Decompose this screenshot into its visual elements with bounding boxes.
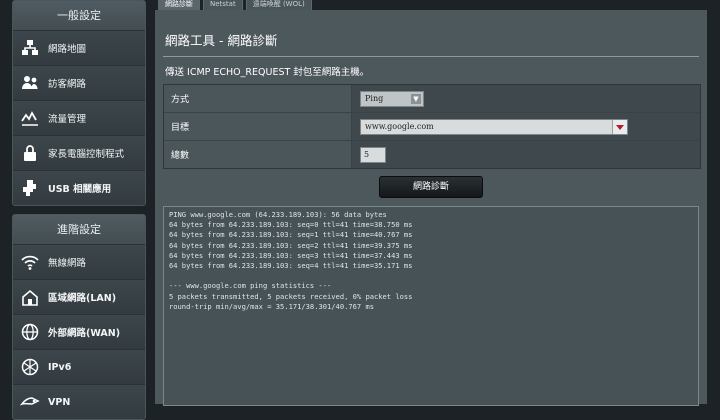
sidebar-item-label: USB 相關應用	[48, 184, 112, 195]
target-field-cell: www.google.com	[352, 113, 700, 140]
diagnose-button[interactable]: 網路診斷	[379, 176, 483, 198]
target-input-value: www.google.com	[365, 122, 434, 131]
result-line: --- www.google.com ping statistics ---	[169, 281, 332, 291]
tab-bar: 網路診斷 Netstat 遠端喚醒 (WOL)	[158, 0, 315, 11]
vpn-icon	[19, 391, 41, 413]
parental-control-icon	[19, 142, 41, 164]
dropdown-arrow-icon[interactable]	[612, 119, 627, 134]
sidebar-item-label: 家長電腦控制程式	[48, 149, 125, 160]
usb-application-icon	[19, 177, 41, 199]
ipv6-icon	[19, 356, 41, 378]
result-line: round-trip min/avg/max = 35.171/38.301/4…	[169, 301, 374, 311]
lan-icon	[19, 286, 41, 308]
sidebar-item-label: VPN	[48, 396, 71, 408]
sidebar: 一般設定 網路地圖 訪客網路 流量管理 家長電腦控制程式 USB 相關應用 進階…	[12, 0, 146, 420]
method-select-value: Ping	[365, 94, 384, 103]
advanced-settings-group: 進階設定 無線網路 區域網路(LAN) 外部網路(WAN) IPv6 VPN	[12, 214, 146, 420]
result-line: 64 bytes from 64.233.189.103: seq=3 ttl=…	[169, 250, 413, 260]
count-input[interactable]: 5	[360, 146, 386, 163]
general-settings-group: 一般設定 網路地圖 訪客網路 流量管理 家長電腦控制程式 USB 相關應用	[12, 0, 146, 206]
method-label: 方式	[164, 85, 352, 112]
title-divider	[163, 56, 699, 57]
sidebar-item-label: 外部網路(WAN)	[48, 328, 121, 339]
method-select[interactable]: Ping ▼	[360, 90, 424, 107]
chevron-down-icon: ▼	[411, 93, 421, 104]
count-row: 總數 5	[164, 141, 700, 168]
target-label: 目標	[164, 113, 352, 140]
sidebar-item-label: 區域網路(LAN)	[48, 293, 117, 304]
main-panel: 網路工具 - 網路診斷 傳送 ICMP ECHO_REQUEST 封包至網路主機…	[155, 10, 707, 406]
sidebar-item-ipv6[interactable]: IPv6	[13, 350, 145, 385]
sidebar-item-label: 無線網路	[48, 258, 87, 269]
sidebar-item-wan[interactable]: 外部網路(WAN)	[13, 315, 145, 350]
sidebar-item-label: 網路地圖	[48, 44, 87, 55]
sidebar-item-vpn[interactable]: VPN	[13, 385, 145, 419]
diagnostic-form: 方式 Ping ▼ 目標 www.google.com 總數 5	[163, 84, 701, 169]
sidebar-item-label: 訪客網路	[48, 79, 87, 90]
target-row: 目標 www.google.com	[164, 113, 700, 141]
traffic-manager-icon	[19, 107, 41, 129]
result-line: 64 bytes from 64.233.189.103: seq=2 ttl=…	[169, 240, 413, 250]
result-line: 5 packets transmitted, 5 packets receive…	[169, 291, 413, 301]
sidebar-item-guest-network[interactable]: 訪客網路	[13, 66, 145, 101]
sidebar-item-lan[interactable]: 區域網路(LAN)	[13, 280, 145, 315]
result-output[interactable]: PING www.google.com (64.233.189.103): 56…	[163, 206, 699, 406]
general-settings-title: 一般設定	[13, 1, 145, 31]
page-description: 傳送 ICMP ECHO_REQUEST 封包至網路主機。	[165, 67, 370, 78]
sidebar-item-traffic-manager[interactable]: 流量管理	[13, 101, 145, 136]
result-line: 64 bytes from 64.233.189.103: seq=0 ttl=…	[169, 220, 413, 230]
sidebar-item-parental-control[interactable]: 家長電腦控制程式	[13, 136, 145, 171]
sidebar-item-label: 流量管理	[48, 114, 87, 125]
wireless-icon	[19, 251, 41, 273]
advanced-settings-title: 進階設定	[13, 215, 145, 245]
result-line: 64 bytes from 64.233.189.103: seq=4 ttl=…	[169, 261, 413, 271]
sidebar-item-usb-application[interactable]: USB 相關應用	[13, 171, 145, 205]
result-line: PING www.google.com (64.233.189.103): 56…	[169, 210, 387, 219]
sidebar-item-label: IPv6	[48, 361, 72, 373]
count-label: 總數	[164, 141, 352, 168]
target-input[interactable]: www.google.com	[360, 118, 628, 135]
result-line: 64 bytes from 64.233.189.103: seq=1 ttl=…	[169, 230, 413, 240]
method-field-cell: Ping ▼	[352, 85, 700, 112]
result-line	[169, 271, 693, 281]
page-title: 網路工具 - 網路診斷	[165, 33, 278, 48]
wan-icon	[19, 321, 41, 343]
count-field-cell: 5	[352, 141, 700, 168]
network-map-icon	[19, 37, 41, 59]
sidebar-item-wireless[interactable]: 無線網路	[13, 245, 145, 280]
guest-network-icon	[19, 72, 41, 94]
sidebar-item-network-map[interactable]: 網路地圖	[13, 31, 145, 66]
method-row: 方式 Ping ▼	[164, 85, 700, 113]
